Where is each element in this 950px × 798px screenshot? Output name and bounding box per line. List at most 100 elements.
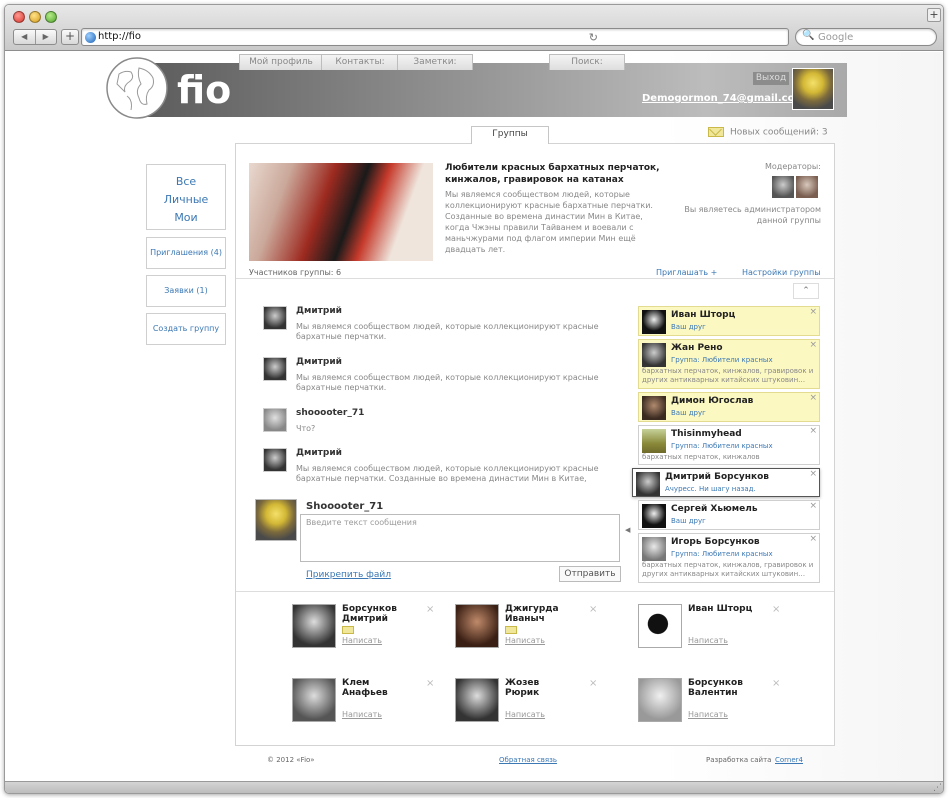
friend-item[interactable]: Игорь Борсунков Группа: Любители красных… <box>638 533 820 583</box>
write-message-link[interactable]: Написать <box>688 710 728 719</box>
member-name[interactable]: Борсунков Валентин <box>688 678 758 698</box>
reload-icon[interactable]: ↻ <box>589 31 598 44</box>
close-icon[interactable]: × <box>809 340 817 350</box>
filter-all[interactable]: Все <box>147 173 225 191</box>
close-icon[interactable]: × <box>426 604 434 615</box>
footer-dev-label: Разработка сайта <box>706 756 772 764</box>
tab-search[interactable]: Поиск: <box>549 54 625 70</box>
friend-item-selected[interactable]: Дмитрий Борсунков Ачуресс. Ни шагу назад… <box>632 468 820 497</box>
member-avatar[interactable] <box>455 678 499 722</box>
chat-avatar[interactable] <box>263 357 287 381</box>
chat-avatar[interactable] <box>263 306 287 330</box>
globe-logo-icon[interactable] <box>105 56 169 120</box>
friend-item[interactable]: Димон Югослав Ваш друг × <box>638 392 820 422</box>
feedback-link[interactable]: Обратная связь <box>499 756 557 764</box>
chat-avatar[interactable] <box>263 408 287 432</box>
close-icon[interactable]: × <box>809 501 817 511</box>
chat-avatar[interactable] <box>263 448 287 472</box>
invite-link[interactable]: Приглашать + <box>656 268 717 277</box>
chat-author[interactable]: Дмитрий <box>296 357 342 367</box>
developer-link[interactable]: Corner4 <box>775 756 803 764</box>
write-message-link[interactable]: Написать <box>342 710 382 719</box>
browser-window: + ◀ ▶ + http://fio ↻ 🔍 Google fio Выход … <box>4 4 944 794</box>
back-button[interactable]: ◀ <box>14 30 36 44</box>
browser-statusbar: ⋰ <box>5 781 943 793</box>
message-input[interactable]: Введите текст сообщения <box>300 514 620 562</box>
envelope-icon[interactable] <box>505 626 517 634</box>
group-description: Мы являемся сообществом людей, которые к… <box>445 190 653 254</box>
envelope-icon[interactable] <box>342 626 354 634</box>
friend-status: Группа: Любители красных <box>671 356 773 364</box>
site-logo[interactable]: fio <box>177 68 231 112</box>
member-avatar[interactable] <box>638 678 682 722</box>
filter-mine[interactable]: Мои <box>147 209 225 227</box>
search-input[interactable]: 🔍 Google <box>795 28 937 46</box>
friend-item[interactable]: Сергей Хьюмель Ваш друг × <box>638 500 820 530</box>
filter-personal[interactable]: Личные <box>147 191 225 209</box>
close-icon[interactable]: × <box>772 678 780 689</box>
zoom-window-button[interactable] <box>45 11 57 23</box>
member-name[interactable]: Иван Шторц <box>688 604 758 614</box>
close-icon[interactable]: × <box>809 534 817 544</box>
friend-avatar <box>642 429 666 453</box>
member-avatar[interactable] <box>292 604 336 648</box>
group-title: Любители красных бархатных перчаток, кин… <box>445 163 660 185</box>
close-icon[interactable]: × <box>426 678 434 689</box>
member-name[interactable]: Джигурда Иваныч <box>505 604 575 624</box>
close-icon[interactable]: × <box>809 426 817 436</box>
chat-message: Что? <box>296 424 316 433</box>
friend-item[interactable]: Thisinmyhead Группа: Любители красных ба… <box>638 425 820 465</box>
member-name[interactable]: Жозев Рюрик <box>505 678 575 698</box>
member-card: Борсунков Дмитрий Написать × <box>292 604 440 658</box>
friend-avatar <box>642 537 666 561</box>
create-group-button[interactable]: Создать группу <box>146 313 226 345</box>
friend-name: Thisinmyhead <box>671 429 742 439</box>
tab-profile[interactable]: Мой профиль <box>239 54 323 70</box>
group-settings-link[interactable]: Настройки группы <box>742 268 821 277</box>
member-avatar[interactable] <box>455 604 499 648</box>
close-window-button[interactable] <box>13 11 25 23</box>
write-message-link[interactable]: Написать <box>505 710 545 719</box>
attach-file-link[interactable]: Прикрепить файл <box>306 570 391 580</box>
user-avatar[interactable] <box>792 68 834 110</box>
close-icon[interactable]: × <box>809 469 817 479</box>
member-avatar[interactable] <box>292 678 336 722</box>
moderator-avatar[interactable] <box>796 176 818 198</box>
chat-author[interactable]: Дмитрий <box>296 448 342 458</box>
send-button[interactable]: Отправить <box>559 566 621 582</box>
tab-notes[interactable]: Заметки: <box>397 54 473 70</box>
member-avatar[interactable] <box>638 604 682 648</box>
close-icon[interactable]: × <box>589 678 597 689</box>
user-email-link[interactable]: Demogormon_74@gmail.com <box>642 93 805 104</box>
new-tab-button[interactable]: + <box>927 8 941 22</box>
tab-groups[interactable]: Группы <box>471 126 549 144</box>
friend-item[interactable]: Жан Рено Группа: Любители красных бархат… <box>638 339 820 389</box>
friend-name: Сергей Хьюмель <box>671 504 758 514</box>
close-icon[interactable]: × <box>809 393 817 403</box>
chat-message: Мы являемся сообществом людей, которые к… <box>296 373 599 392</box>
resize-grip-icon[interactable]: ⋰ <box>933 783 942 793</box>
url-bar[interactable]: http://fio ↻ <box>81 28 789 46</box>
write-message-link[interactable]: Написать <box>342 636 382 645</box>
chat-author[interactable]: shooooter_71 <box>296 408 364 418</box>
close-icon[interactable]: × <box>772 604 780 615</box>
write-message-link[interactable]: Написать <box>505 636 545 645</box>
tab-contacts[interactable]: Контакты: <box>321 54 399 70</box>
member-name[interactable]: Клем Анафьев <box>342 678 412 698</box>
history-nav: ◀ ▶ <box>13 29 57 45</box>
write-message-link[interactable]: Написать <box>688 636 728 645</box>
close-icon[interactable]: × <box>809 307 817 317</box>
forward-button[interactable]: ▶ <box>36 30 57 44</box>
minimize-window-button[interactable] <box>29 11 41 23</box>
chat-author[interactable]: Дмитрий <box>296 306 342 316</box>
close-icon[interactable]: × <box>589 604 597 615</box>
logout-button[interactable]: Выход <box>753 72 789 85</box>
add-bookmark-button[interactable]: + <box>61 29 79 45</box>
member-name[interactable]: Борсунков Дмитрий <box>342 604 412 624</box>
requests-button[interactable]: Заявки (1) <box>146 275 226 307</box>
invitations-button[interactable]: Приглашения (4) <box>146 237 226 269</box>
new-messages-indicator[interactable]: Новых сообщений: 3 <box>708 127 828 138</box>
friend-item[interactable]: Иван Шторц Ваш друг × <box>638 306 820 336</box>
moderator-avatar[interactable] <box>772 176 794 198</box>
collapse-up-icon[interactable]: ⌃ <box>793 283 819 299</box>
